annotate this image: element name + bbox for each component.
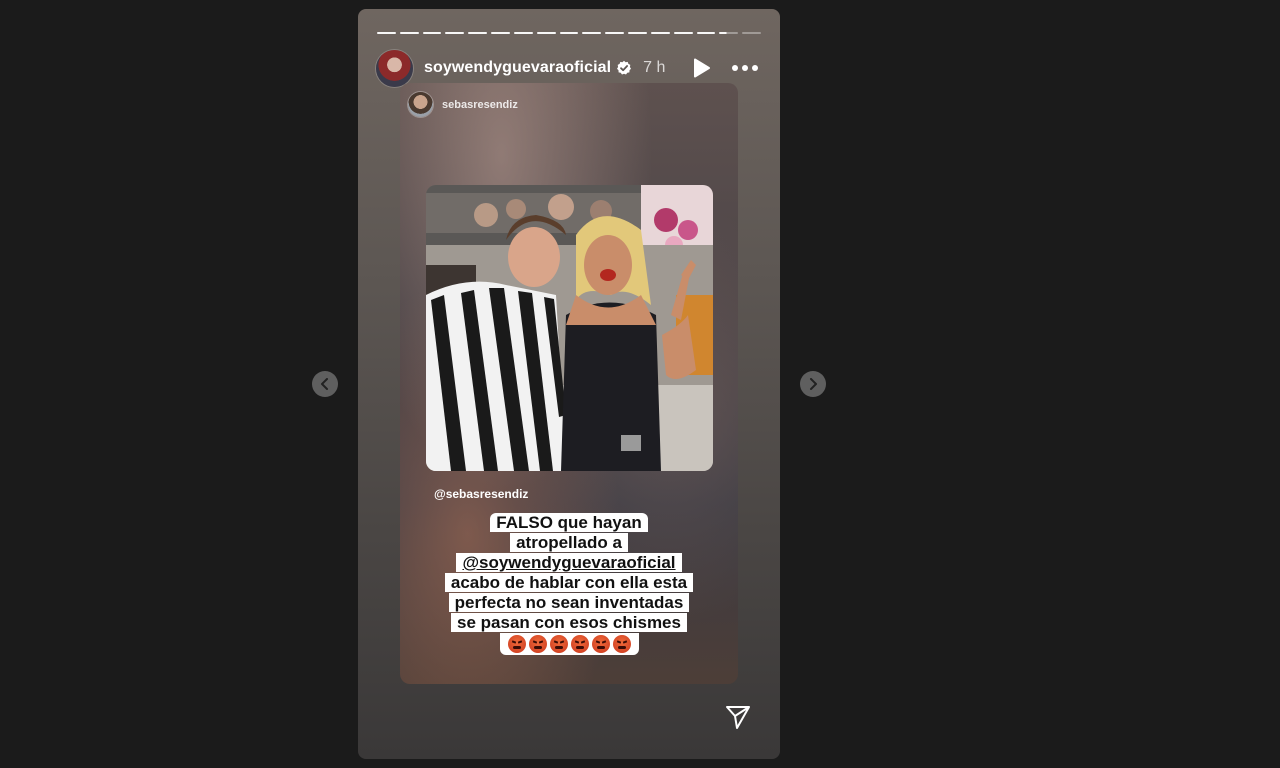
progress-segment (719, 32, 739, 34)
sticker-line: FALSO que hayan (400, 513, 738, 533)
sticker-line: atropellado a (400, 533, 738, 553)
sticker-line-text: acabo de hablar con ella esta (444, 573, 694, 592)
progress-segment (445, 32, 465, 34)
story-timestamp: 7 h (643, 59, 666, 76)
avatar[interactable] (376, 49, 413, 87)
progress-segment (742, 32, 762, 34)
sticker-line: acabo de hablar con ella esta (400, 573, 738, 593)
progress-segment (536, 32, 556, 34)
angry-face-emoji (528, 635, 547, 653)
progress-segment (628, 32, 647, 34)
progress-segment (491, 32, 510, 34)
shared-post-card[interactable]: sebasresendiz @sebasresendiz FALSO que h… (400, 83, 738, 684)
sticker-line: perfecta no sean inventadas (400, 593, 738, 613)
sticker-line: @soywendyguevaraoficial (400, 553, 738, 573)
more-dot (742, 65, 748, 71)
angry-face-emoji (507, 635, 526, 653)
shared-post-header: sebasresendiz (408, 92, 518, 117)
story-username[interactable]: soywendyguevaraoficial (424, 59, 611, 77)
more-options-button[interactable] (732, 63, 758, 73)
photo-illustration (426, 185, 713, 471)
next-story-button[interactable] (800, 371, 826, 397)
angry-face-emoji (612, 635, 631, 653)
sticker-emoji-row (499, 633, 639, 655)
angry-face-emoji (591, 635, 610, 653)
send-icon[interactable] (724, 703, 752, 731)
progress-segment (399, 32, 419, 34)
story-header: soywendyguevaraoficial 7 h (376, 49, 762, 87)
progress-segment (513, 32, 533, 34)
progress-segment (468, 32, 488, 34)
text-sticker: FALSO que hayan atropellado a @soywendyg… (400, 513, 738, 658)
sticker-line-text: FALSO que hayan (490, 513, 648, 532)
progress-segment (696, 32, 716, 34)
shared-post-username[interactable]: sebasresendiz (442, 99, 518, 111)
sticker-line-text: perfecta no sean inventadas (448, 593, 690, 612)
chevron-right-icon (810, 378, 817, 390)
sticker-line: se pasan con esos chismes (400, 613, 738, 633)
progress-segment (673, 32, 693, 34)
progress-segment (650, 32, 670, 34)
shared-post-avatar[interactable] (408, 92, 433, 117)
previous-story-button[interactable] (312, 371, 338, 397)
sticker-line-text: atropellado a (510, 533, 628, 552)
shared-post-photo[interactable] (426, 185, 713, 471)
more-horizontal-icon (732, 65, 738, 71)
progress-segment (377, 32, 396, 34)
sticker-line-text: se pasan con esos chismes (451, 613, 687, 632)
progress-segment (559, 32, 579, 34)
progress-segment (605, 32, 625, 34)
mention-tag[interactable]: @sebasresendiz (434, 487, 528, 501)
angry-face-emoji (570, 635, 589, 653)
sticker-mention-link[interactable]: @soywendyguevaraoficial (456, 553, 682, 572)
more-dot (752, 65, 758, 71)
angry-face-emoji (549, 635, 568, 653)
progress-segment (422, 32, 442, 34)
progress-segment (582, 32, 602, 34)
story-progress-bar (377, 32, 762, 34)
chevron-left-icon (321, 378, 328, 390)
story-viewer: soywendyguevaraoficial 7 h sebasresendiz (358, 9, 780, 759)
verified-badge-icon (617, 60, 632, 75)
play-icon[interactable] (690, 57, 712, 79)
